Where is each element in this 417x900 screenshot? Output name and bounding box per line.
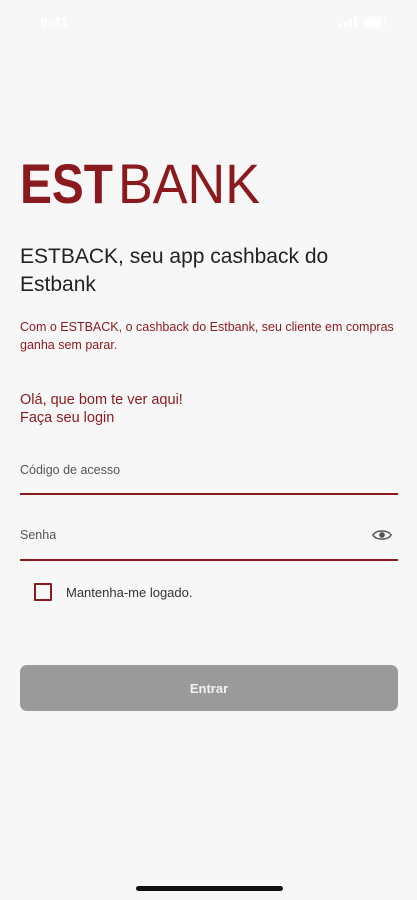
login-screen: 9:41 EST BANK ESTBACK, seu app cashback …	[0, 0, 417, 900]
greeting-text: Olá, que bom te ver aqui!	[20, 392, 183, 408]
page-headline: ESTBACK, seu app cashback do Estbank	[20, 245, 329, 296]
home-indicator	[136, 886, 283, 891]
cellular-signal-icon	[339, 17, 357, 27]
eye-icon[interactable]	[372, 527, 392, 543]
status-bar: 9:41	[0, 0, 417, 44]
password-input[interactable]	[20, 520, 398, 550]
keep-logged-row[interactable]: Mantenha-me logado.	[34, 583, 192, 601]
logo-bank: BANK	[118, 158, 260, 206]
app-description: Com o ESTBACK, o cashback do Estbank, se…	[20, 320, 394, 352]
status-time: 9:41	[40, 14, 69, 30]
keep-logged-label: Mantenha-me logado.	[66, 584, 193, 600]
status-icons	[339, 16, 385, 28]
access-code-field	[20, 455, 398, 495]
password-field	[20, 520, 398, 561]
greeting-block: Olá, que bom te ver aqui! Faça seu login	[20, 391, 390, 427]
battery-icon	[363, 16, 385, 28]
login-prompt: Faça seu login	[20, 410, 115, 426]
login-button[interactable]: Entrar	[20, 665, 398, 711]
estbank-logo: EST BANK	[20, 158, 260, 206]
access-code-input[interactable]	[20, 455, 398, 485]
keep-logged-checkbox[interactable]	[34, 583, 52, 601]
logo-est: EST	[20, 158, 113, 206]
